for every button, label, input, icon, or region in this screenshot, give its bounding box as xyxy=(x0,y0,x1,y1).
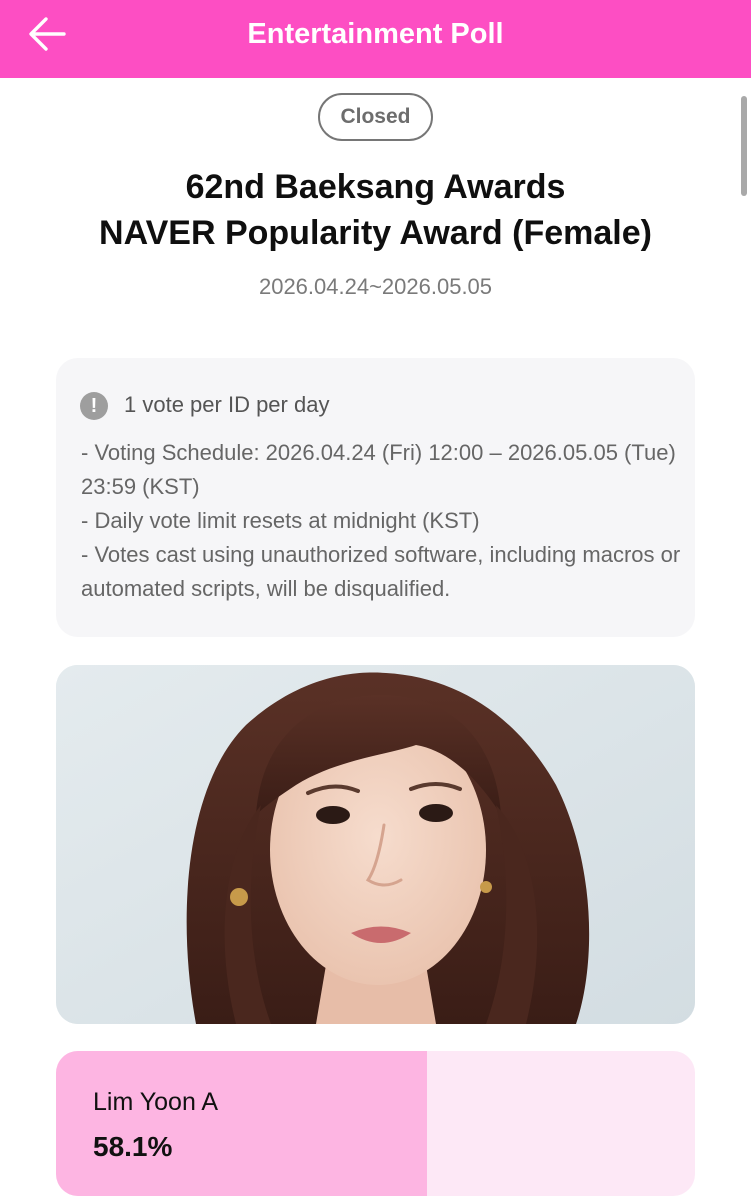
notice-line: - Voting Schedule: 2026.04.24 (Fri) 12:0… xyxy=(81,440,676,499)
exclamation-circle-icon: ! xyxy=(80,392,108,420)
vote-share-bar xyxy=(56,1051,428,1196)
poll-title-line-2: NAVER Popularity Award (Female) xyxy=(99,214,652,252)
app-header: Entertainment Poll xyxy=(0,0,751,78)
poll-title: 62nd Baeksang Awards NAVER Popularity Aw… xyxy=(20,164,731,256)
poll-title-line-1: 62nd Baeksang Awards xyxy=(185,168,566,206)
candidate-name: Lim Yoon A xyxy=(93,1088,219,1116)
poll-date-range: 2026.04.24~2026.05.05 xyxy=(258,274,493,299)
candidate-photo xyxy=(56,665,695,1024)
notice-line: - Votes cast using unauthorized software… xyxy=(81,542,681,601)
page-title: Entertainment Poll xyxy=(247,18,504,50)
candidate-result-card[interactable]: Lim Yoon A 58.1% xyxy=(56,1051,695,1196)
scrollbar[interactable] xyxy=(741,96,747,196)
candidate-portrait xyxy=(56,665,695,1024)
notice-heading: 1 vote per ID per day xyxy=(124,392,330,417)
notice-line: - Daily vote limit resets at midnight (K… xyxy=(81,508,480,533)
candidate-percent: 58.1% xyxy=(93,1131,173,1162)
status-badge: Closed xyxy=(318,93,433,141)
notice-body: - Voting Schedule: 2026.04.24 (Fri) 12:0… xyxy=(81,436,681,606)
notice-box: ! 1 vote per ID per day - Voting Schedul… xyxy=(56,358,695,637)
